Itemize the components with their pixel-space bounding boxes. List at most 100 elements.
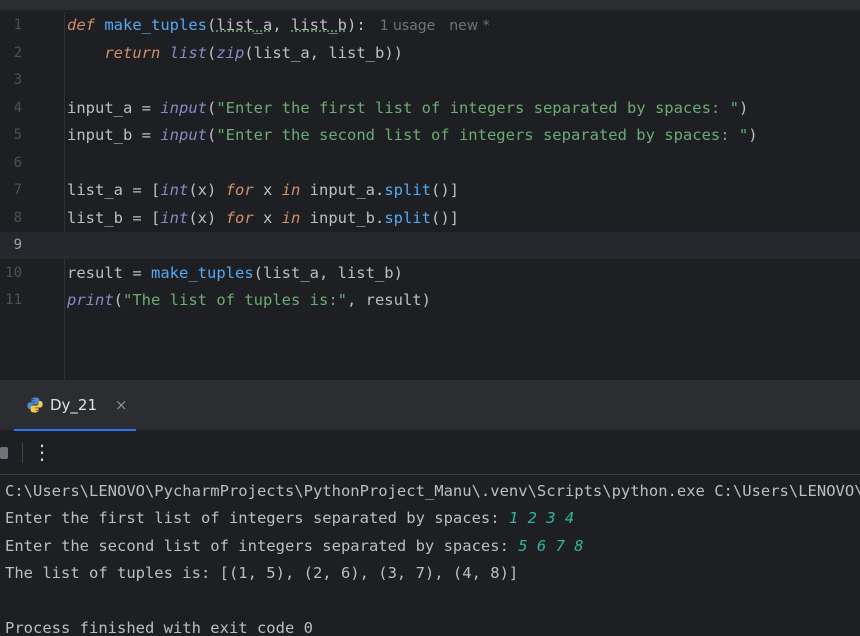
code-token: ( — [207, 98, 217, 117]
code-token: input_b. — [300, 208, 385, 227]
code-line[interactable]: 9 — [0, 232, 860, 259]
run-toolbar: ⋮ — [0, 431, 860, 475]
line-number: 6 — [13, 154, 22, 171]
code-token: ): — [347, 16, 366, 34]
code-token: make_tuples — [104, 16, 207, 34]
code-token: list_b — [291, 16, 348, 34]
code-text: list_a = [int(x) for x in input_a.split(… — [67, 177, 459, 204]
code-token: , result) — [346, 291, 431, 309]
code-token: ( — [207, 43, 217, 62]
editor-top-strip — [0, 0, 860, 10]
code-text: def make_tuples(list_a, list_b): 1 usage n… — [67, 12, 490, 40]
code-token: ( — [207, 126, 217, 144]
line-number: 4 — [13, 99, 22, 116]
toolbar-divider — [22, 443, 23, 463]
line-number: 2 — [13, 44, 22, 61]
console-user-input: 1 2 3 4 — [508, 509, 575, 528]
line-number: 7 — [13, 182, 22, 198]
code-token: input — [160, 126, 207, 144]
console-text: The list of tuples is: [(1, 5), (2, 6), … — [5, 563, 519, 582]
code-token: in — [281, 208, 301, 227]
line-number: 11 — [5, 292, 22, 308]
code-token: (list_a, list_b) — [253, 263, 403, 282]
stop-icon[interactable] — [0, 447, 8, 459]
code-token: "Enter the first list of integers separa… — [216, 98, 739, 117]
console-text: Enter the first list of integers separat… — [5, 509, 509, 528]
console-line: Process finished with exit code 0 — [5, 615, 313, 636]
line-number: 5 — [13, 127, 22, 143]
code-token: x — [253, 181, 282, 199]
code-text: result = make_tuples(list_a, list_b) — [67, 260, 403, 287]
line-number: 9 — [13, 237, 22, 253]
code-token: , — [272, 16, 292, 34]
code-token: int — [160, 181, 189, 199]
code-line[interactable]: 3 — [0, 67, 860, 94]
code-token: "The list of tuples is:" — [123, 291, 347, 309]
code-token: list_a — [216, 16, 273, 34]
inlay-hint[interactable]: 1 usage — [380, 18, 436, 34]
code-token: list_a = [ — [67, 181, 161, 199]
code-token: for — [225, 181, 254, 199]
code-line[interactable]: 10 result = make_tuples(list_a, list_b) — [0, 260, 860, 287]
line-number: 1 — [13, 17, 22, 33]
code-text: return list(zip(list_a, list_b)) — [67, 40, 403, 67]
run-tab-label: Dy_21 — [50, 395, 98, 414]
code-token: (x) — [188, 181, 226, 199]
code-text: input_b = input("Enter the second list o… — [67, 122, 758, 149]
code-token: ) — [738, 98, 749, 117]
console-text: C:\Users\LENOVO\PycharmProjects\PythonPr… — [5, 482, 860, 500]
console-user-input: 5 6 7 8 — [518, 536, 584, 555]
code-line[interactable]: 8 list_b = [int(x) for x in input_b.split… — [0, 205, 860, 232]
run-tool-window-tabbar: Dy_21 × — [0, 380, 860, 431]
code-token: ) — [748, 126, 758, 144]
code-line[interactable]: 6 — [0, 150, 860, 177]
code-token: list_b = [ — [67, 208, 161, 227]
line-number: 10 — [5, 264, 22, 281]
code-line[interactable]: 4 input_a = input("Enter the first list o… — [0, 95, 860, 122]
code-token: split — [384, 208, 431, 227]
code-token: split — [384, 181, 431, 199]
code-editor[interactable]: 1 def make_tuples(list_a, list_b): 1 usage… — [0, 0, 860, 380]
code-token: ()] — [431, 181, 459, 199]
console-line: C:\Users\LENOVO\PycharmProjects\PythonPr… — [5, 478, 860, 505]
python-icon — [27, 397, 43, 412]
code-token: ()] — [431, 208, 459, 227]
more-options-icon[interactable]: ⋮ — [32, 440, 52, 464]
code-token: input_a. — [300, 181, 385, 199]
console-text: Enter the second list of integers separa… — [5, 536, 519, 555]
code-token: ( — [113, 291, 124, 309]
code-token: for — [225, 208, 254, 227]
code-token: print — [67, 291, 114, 309]
run-console-output[interactable]: C:\Users\LENOVO\PycharmProjects\PythonPr… — [0, 476, 860, 636]
inlay-hint[interactable]: new * — [449, 18, 489, 34]
code-line[interactable]: 1 def make_tuples(list_a, list_b): 1 usage… — [0, 12, 860, 39]
code-text: list_b = [int(x) for x in input_b.split(… — [67, 205, 459, 232]
code-token: result = — [67, 263, 151, 282]
close-icon[interactable]: × — [115, 396, 128, 414]
console-text: Process finished with exit code 0 — [5, 618, 313, 636]
code-text: input_a = input("Enter the first list of… — [67, 95, 748, 122]
code-line[interactable]: 5 input_b = input("Enter the second list … — [0, 122, 860, 149]
console-line: Enter the first list of integers separat… — [5, 505, 574, 532]
code-token: in — [281, 181, 301, 199]
code-token: make_tuples — [151, 263, 254, 282]
code-token: return — [104, 43, 161, 62]
code-token: (list_a, list_b)) — [244, 43, 403, 62]
code-token: zip — [216, 43, 245, 62]
code-text: print("The list of tuples is:", result) — [67, 287, 431, 314]
code-token: (x) — [188, 208, 226, 227]
code-line[interactable]: 7 list_a = [int(x) for x in input_a.split… — [0, 177, 860, 204]
code-token: def — [67, 16, 95, 34]
console-line: The list of tuples is: [(1, 5), (2, 6), … — [5, 560, 518, 587]
line-number: 3 — [13, 72, 22, 88]
line-number: 8 — [13, 209, 22, 226]
code-token: ( — [207, 16, 217, 34]
code-line[interactable]: 2 return list(zip(list_a, list_b)) — [0, 40, 860, 67]
run-tab[interactable]: Dy_21 × — [14, 380, 136, 431]
code-line[interactable]: 11 print("The list of tuples is:", result… — [0, 287, 860, 314]
code-token: "Enter the second list of integers separ… — [216, 126, 749, 144]
code-token: input — [160, 98, 207, 117]
